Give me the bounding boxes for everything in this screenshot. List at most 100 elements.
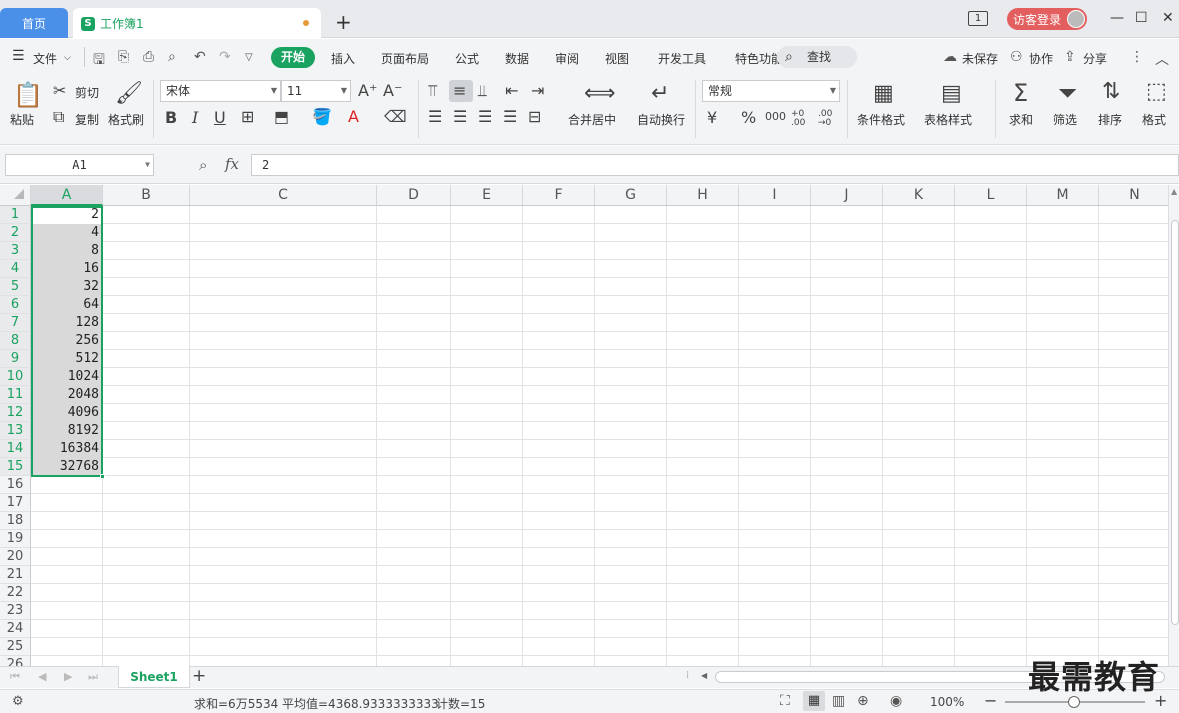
cell-a6[interactable]: 64 [31, 296, 102, 314]
cell-a12[interactable]: 4096 [31, 404, 102, 422]
wrap-text-icon[interactable]: ↵ [651, 81, 669, 106]
last-sheet-icon[interactable]: ⏭ [88, 670, 98, 684]
row-header-14[interactable]: 14 [0, 440, 31, 458]
decrease-font-icon[interactable]: A⁻ [383, 81, 402, 100]
align-bottom-icon[interactable]: ⫫ [478, 81, 487, 101]
align-left-icon[interactable]: ☰ [428, 107, 442, 126]
copy-icon[interactable]: ⧉ [53, 107, 64, 127]
collapse-ribbon-icon[interactable]: ︿ [1155, 49, 1169, 69]
table-style-button[interactable]: 表格样式 [924, 111, 972, 128]
fill-style-icon[interactable]: ⬒ [274, 107, 289, 126]
page-break-view-icon[interactable]: ⊕ [857, 693, 869, 709]
cell-a9[interactable]: 512 [31, 350, 102, 368]
menu-insert-tab[interactable]: 插入 [331, 50, 355, 67]
zoom-level[interactable]: 100% [930, 695, 964, 709]
distribute-icon[interactable]: ⊟ [528, 107, 541, 126]
row-header-22[interactable]: 22 [0, 584, 31, 602]
merge-center-button[interactable]: 合并居中 [568, 111, 616, 128]
menu-review-tab[interactable]: 审阅 [555, 50, 579, 67]
row-header-21[interactable]: 21 [0, 566, 31, 584]
row-header-24[interactable]: 24 [0, 620, 31, 638]
more-icon[interactable]: ⋮ [1130, 49, 1144, 65]
column-header-k[interactable]: K [883, 185, 955, 206]
undo-icon[interactable]: ↶ [194, 49, 206, 65]
sort-icon[interactable]: ⇅ [1102, 79, 1120, 104]
align-right-icon[interactable]: ☰ [478, 107, 492, 126]
thousands-separator-icon[interactable]: 000 [765, 110, 786, 123]
column-header-c[interactable]: C [190, 185, 377, 206]
save-icon[interactable]: 🖫 [93, 49, 105, 73]
column-header-j[interactable]: J [811, 185, 883, 206]
font-size-select[interactable]: 11 ▼ [281, 80, 351, 102]
decrease-decimal-icon[interactable]: .00 →0 [818, 110, 838, 128]
status-count[interactable]: 计数=15 [436, 695, 485, 712]
row-header-15[interactable]: 15 [0, 458, 31, 476]
status-average[interactable]: 平均值=4368.9333333333 [282, 695, 439, 712]
minimize-icon[interactable]: — [1110, 10, 1124, 26]
print-preview-icon[interactable]: ⌕ [168, 49, 176, 65]
cut-icon[interactable]: ✂ [53, 81, 66, 100]
quick-access-dropdown-icon[interactable]: ▽ [245, 52, 253, 63]
align-top-icon[interactable]: ⫪ [428, 81, 437, 101]
name-box[interactable]: A1 ▼ [5, 154, 154, 176]
fill-handle[interactable] [100, 474, 105, 479]
menu-developer-tab[interactable]: 开发工具 [658, 50, 706, 67]
column-header-n[interactable]: N [1099, 185, 1168, 206]
vertical-scroll-thumb[interactable] [1171, 220, 1179, 625]
print-icon[interactable]: ⎙ [143, 49, 154, 65]
zoom-formula-icon[interactable]: ⌕ [199, 156, 207, 174]
row-header-23[interactable]: 23 [0, 602, 31, 620]
format-painter-icon[interactable]: 🖌 [115, 81, 143, 106]
bold-icon[interactable]: B [165, 108, 177, 127]
table-style-icon[interactable]: ▤ [941, 81, 962, 106]
merge-center-icon[interactable]: ⟺ [584, 81, 616, 106]
sort-button[interactable]: 排序 [1098, 111, 1122, 128]
format-painter-button[interactable]: 格式刷 [108, 111, 144, 128]
add-sheet-button[interactable]: + [192, 666, 206, 686]
document-tab[interactable]: S 工作簿1 [73, 8, 321, 39]
new-tab-button[interactable]: + [335, 12, 352, 32]
row-header-8[interactable]: 8 [0, 332, 31, 350]
fullscreen-icon[interactable]: ⛶ [780, 693, 790, 709]
zoom-out-button[interactable]: − [984, 691, 997, 710]
cell-a10[interactable]: 1024 [31, 368, 102, 386]
close-icon[interactable]: ✕ [1162, 10, 1174, 26]
paste-icon[interactable]: 📋 [13, 81, 43, 109]
italic-icon[interactable]: I [192, 108, 198, 127]
column-header-a[interactable]: A [31, 185, 103, 206]
vertical-scrollbar[interactable]: ▲ [1168, 185, 1179, 666]
column-header-l[interactable]: L [955, 185, 1027, 206]
column-header-e[interactable]: E [451, 185, 523, 206]
filter-button[interactable]: 筛选 [1053, 111, 1077, 128]
wrap-text-button[interactable]: 自动换行 [637, 111, 685, 128]
row-header-5[interactable]: 5 [0, 278, 31, 296]
chevron-down-icon[interactable]: ⌵ [64, 53, 71, 63]
format-button[interactable]: 格式 [1142, 111, 1166, 128]
menu-formula-tab[interactable]: 公式 [455, 50, 479, 67]
fill-color-icon[interactable]: 🪣 [312, 107, 332, 126]
underline-icon[interactable]: U [214, 108, 226, 127]
cell-a11[interactable]: 2048 [31, 386, 102, 404]
cell-a2[interactable]: 4 [31, 224, 102, 242]
page-layout-view-icon[interactable]: ▥ [832, 693, 845, 709]
normal-view-icon[interactable]: ▦ [803, 691, 825, 711]
font-name-select[interactable]: 宋体 ▼ [160, 80, 281, 102]
row-header-7[interactable]: 7 [0, 314, 31, 332]
copy-button[interactable]: 复制 [75, 111, 99, 128]
file-menu[interactable]: 文件 [33, 50, 57, 67]
row-header-6[interactable]: 6 [0, 296, 31, 314]
justify-icon[interactable]: ☰ [503, 107, 517, 126]
column-header-f[interactable]: F [523, 185, 595, 206]
column-header-m[interactable]: M [1027, 185, 1099, 206]
hamburger-icon[interactable]: ☰ [12, 48, 25, 64]
row-header-3[interactable]: 3 [0, 242, 31, 260]
cell-a5[interactable]: 32 [31, 278, 102, 296]
number-format-select[interactable]: 常规 ▼ [702, 80, 840, 102]
cell-a8[interactable]: 256 [31, 332, 102, 350]
increase-indent-icon[interactable]: ⇥ [531, 81, 544, 100]
row-header-20[interactable]: 20 [0, 548, 31, 566]
row-header-12[interactable]: 12 [0, 404, 31, 422]
align-center-icon[interactable]: ☰ [453, 107, 467, 126]
macro-icon[interactable]: ⚙ [12, 694, 24, 709]
row-header-16[interactable]: 16 [0, 476, 31, 494]
